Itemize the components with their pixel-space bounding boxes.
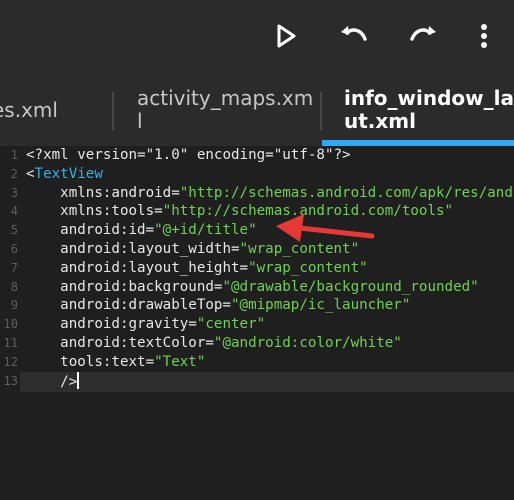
- code-line[interactable]: tools:text="Text": [26, 353, 205, 372]
- code-line[interactable]: android:id="@+id/title": [26, 221, 257, 240]
- play-icon[interactable]: [269, 20, 301, 52]
- code-token: <?xml version="1.0" encoding="utf-8"?>: [26, 147, 351, 163]
- line-number: 3: [10, 185, 18, 200]
- tab-label: es.xml: [0, 98, 58, 122]
- line-number: 9: [10, 298, 18, 313]
- tab-divider: [112, 92, 114, 130]
- tab-es-xml[interactable]: es.xml: [0, 72, 110, 146]
- code-token: android:drawableTop: [26, 297, 223, 314]
- code-line[interactable]: android:gravity="center": [26, 315, 265, 334]
- file-tabs: es.xml activity_maps.xm l info_window_la…: [0, 72, 514, 146]
- line-number: 10: [3, 317, 18, 332]
- code-line[interactable]: android:background="@drawable/background…: [26, 278, 479, 297]
- code-token: android:background: [26, 278, 214, 295]
- code-token: =: [239, 259, 249, 276]
- code-token: android:id: [26, 222, 146, 239]
- line-number: 7: [10, 260, 18, 275]
- code-token: =: [222, 297, 232, 314]
- code-token: =: [188, 316, 197, 333]
- code-line[interactable]: <TextView: [26, 165, 103, 184]
- code-line[interactable]: android:layout_width="wrap_content": [26, 240, 359, 259]
- line-number: 12: [3, 354, 18, 369]
- code-line[interactable]: android:textColor="@android:color/white": [26, 334, 402, 353]
- code-token: "@mipmap/ic_launcher": [231, 297, 411, 314]
- code-line[interactable]: android:drawableTop="@mipmap/ic_launcher…: [26, 296, 410, 315]
- line-number: 4: [10, 204, 18, 219]
- code-token: "wrap_content": [248, 259, 368, 276]
- tab-info-window-layout-xml[interactable]: info_window_layo ut.xml: [322, 72, 514, 146]
- code-token: "@+id/title": [154, 222, 257, 239]
- line-number: 2: [10, 166, 18, 181]
- code-token: xmlns:android: [26, 184, 172, 201]
- line-number: 5: [10, 223, 18, 238]
- code-token: android:layout_width: [26, 241, 231, 257]
- line-number: 11: [3, 336, 18, 350]
- code-token: "Text": [154, 353, 206, 370]
- code-token: xmlns:tools: [26, 203, 155, 220]
- code-token: "@android:color/white": [213, 335, 402, 351]
- line-number: 8: [10, 279, 18, 294]
- code-token: <: [26, 165, 35, 182]
- code-line[interactable]: xmlns:tools="http://schemas.android.com/…: [26, 202, 453, 221]
- code-line[interactable]: android:layout_height="wrap_content": [26, 259, 368, 278]
- code-token: "wrap_content": [239, 241, 360, 257]
- code-token: />: [26, 373, 78, 390]
- current-line-highlight: [20, 371, 514, 392]
- more-vert-icon[interactable]: [468, 20, 500, 52]
- text-cursor: [77, 371, 80, 389]
- code-token: tools:text: [26, 353, 146, 370]
- code-token: TextView: [34, 165, 103, 182]
- code-token: android:gravity: [26, 316, 189, 333]
- code-token: =: [145, 222, 155, 239]
- code-line[interactable]: />: [26, 371, 80, 392]
- line-number: 1: [10, 148, 18, 162]
- code-token: =: [205, 335, 214, 351]
- redo-icon[interactable]: [407, 20, 439, 52]
- tab-label: activity_maps.xm l: [137, 86, 314, 133]
- code-token: =: [231, 241, 240, 257]
- code-token: android:layout_height: [26, 259, 240, 276]
- code-token: =: [171, 184, 180, 201]
- code-token: "center": [196, 316, 266, 333]
- code-line[interactable]: <?xml version="1.0" encoding="utf-8"?>: [26, 146, 351, 165]
- code-token: "http://schemas.android.com/tools": [162, 203, 454, 220]
- line-number: 13: [3, 373, 18, 388]
- code-token: "@drawable/background_rounded": [222, 278, 479, 295]
- code-editor[interactable]: 1 2 3 4 5 6 7 8 9 10 11 12 13 <?xml version="1.0" en…: [0, 146, 514, 500]
- line-number-gutter: 1 2 3 4 5 6 7 8 9 10 11 12 13: [0, 146, 20, 500]
- code-token: android:textColor: [26, 335, 206, 351]
- tab-label: info_window_layo ut.xml: [344, 86, 514, 133]
- tab-activity-maps-xml[interactable]: activity_maps.xm l: [115, 72, 320, 146]
- editor-toolbar: [0, 0, 514, 72]
- code-token: "http://schemas.android.com/apk/res/and: [179, 184, 513, 201]
- undo-icon[interactable]: [338, 20, 370, 52]
- line-number: 6: [10, 242, 18, 256]
- code-token: =: [145, 353, 155, 370]
- code-line[interactable]: xmlns:android="http://schemas.android.co…: [26, 184, 513, 203]
- code-token: =: [154, 203, 163, 220]
